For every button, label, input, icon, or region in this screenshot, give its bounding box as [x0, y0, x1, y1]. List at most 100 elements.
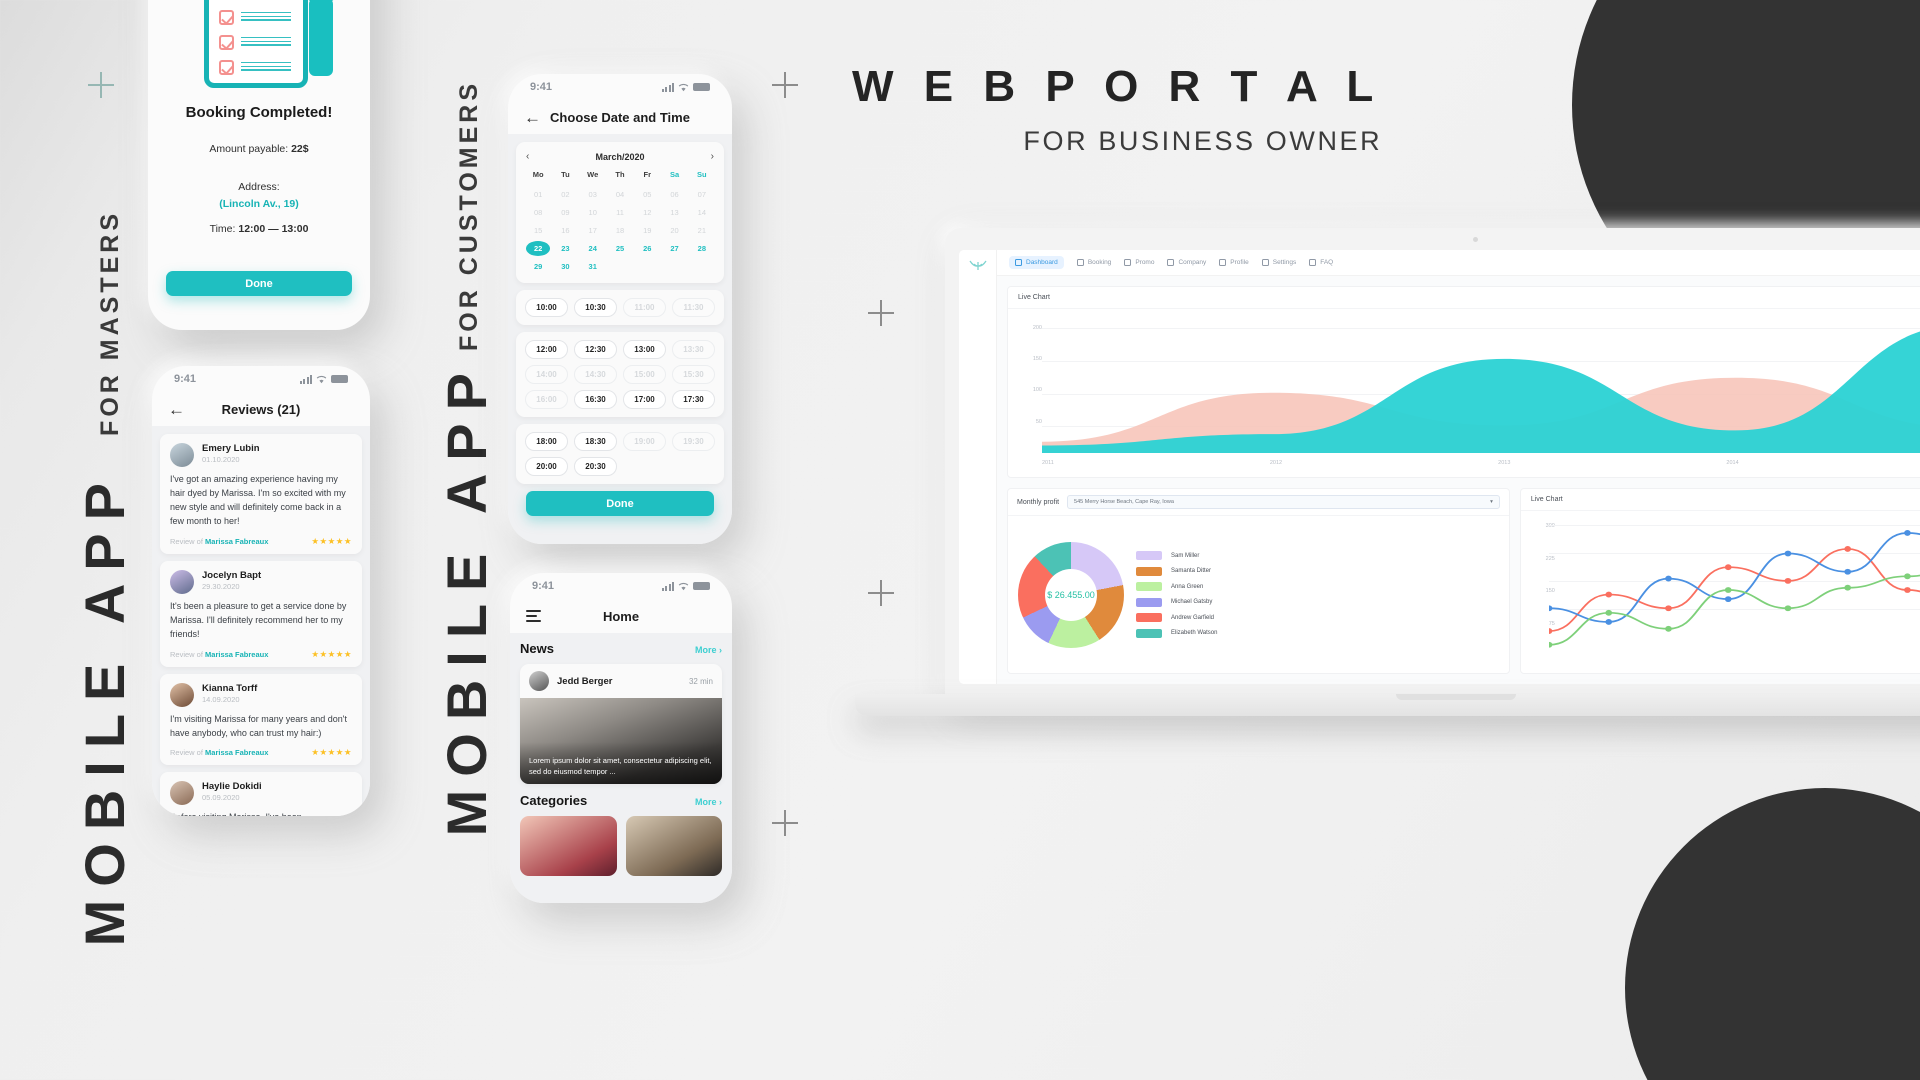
- line-series: [1548, 532, 1920, 623]
- hamburger-menu-icon[interactable]: [526, 610, 541, 622]
- logo-icon: [968, 260, 987, 270]
- calendar-day[interactable]: 27: [662, 241, 686, 256]
- calendar-day[interactable]: 25: [608, 241, 632, 256]
- time-slot-group[interactable]: 12:00 12:30 13:00 13:30 14:00 14:30 15:00 15:30…: [516, 332, 724, 417]
- portal-nav-profile[interactable]: Profile: [1219, 259, 1249, 266]
- review-card[interactable]: Jocelyn Bapt 29.30.2020 It's been a plea…: [160, 560, 362, 667]
- user-icon: [1219, 259, 1227, 266]
- calendar-day[interactable]: 31: [581, 259, 605, 274]
- review-card[interactable]: Kianna Torff 14.09.2020 I'm visiting Mar…: [160, 673, 362, 766]
- booking-amount-value: 22$: [291, 143, 309, 155]
- laptop-base: [855, 694, 1920, 716]
- line-series: [1548, 574, 1920, 646]
- calendar-weekday: Fr: [643, 170, 652, 179]
- time-slot[interactable]: 20:00: [525, 457, 568, 476]
- review-author: Haylie Dokidi: [202, 781, 262, 793]
- y-tick-label: 100: [1032, 387, 1042, 394]
- decorative-circle-bottom: [1625, 788, 1920, 1080]
- next-month-icon[interactable]: ›: [711, 151, 714, 162]
- back-arrow-icon[interactable]: ←: [168, 401, 185, 418]
- laptop-mockup: Dashboard Booking Promo Company Profile Setti…: [855, 228, 1920, 748]
- portal-nav-booking[interactable]: Booking: [1076, 259, 1111, 266]
- portal-nav-faq[interactable]: FAQ: [1309, 259, 1333, 266]
- calendar-day[interactable]: 28: [690, 241, 714, 256]
- live-chart-plot: 50100150200 20112012201320142015: [1008, 309, 1920, 469]
- category-card[interactable]: [520, 816, 617, 876]
- booking-done-button[interactable]: Done: [166, 271, 352, 296]
- calendar-day[interactable]: 22: [526, 241, 551, 256]
- portal-nav-settings[interactable]: Settings: [1261, 259, 1296, 266]
- portal-nav-promo[interactable]: Promo: [1124, 259, 1154, 266]
- booking-time-value: 12:00 — 13:00: [238, 223, 309, 235]
- calendar-day: 16: [561, 226, 570, 235]
- location-select[interactable]: 545 Merry Horse Beach, Cape Ray, Iowa ▾: [1067, 495, 1500, 509]
- review-card[interactable]: Haylie Dokidi 05.09.2020 Before visiting…: [160, 772, 362, 816]
- avatar: [170, 781, 194, 806]
- portal-nav-bar[interactable]: Dashboard Booking Promo Company Profile Setti…: [997, 250, 1920, 276]
- calendar-days-grid[interactable]: 01 02 03 04 05 06 07 08 09 10 11 12 13 14 15 16 17 18 19 20…: [526, 187, 714, 274]
- data-point: [1784, 577, 1792, 584]
- time-slot-group[interactable]: 18:00 18:30 19:00 19:30 20:00 20:30: [516, 424, 724, 484]
- time-slot[interactable]: 17:30: [672, 390, 715, 409]
- review-master-name[interactable]: Marissa Fabreaux: [205, 748, 268, 757]
- booking-time-row: Time: 12:00 — 13:00: [166, 223, 352, 235]
- category-card[interactable]: [625, 816, 722, 876]
- booking-address-value[interactable]: (Lincoln Av., 19): [166, 198, 352, 210]
- time-slot[interactable]: 16:30: [574, 390, 617, 409]
- calendar-done-button[interactable]: Done: [526, 491, 714, 516]
- categories-more-link[interactable]: More ›: [695, 797, 722, 807]
- back-arrow-icon[interactable]: ←: [524, 109, 541, 126]
- profit-body: $ 26.455.00 Sam Miller Samanta Ditter Anna…: [1008, 516, 1509, 673]
- review-card[interactable]: Emery Lubin 01.10.2020 I've got an amazi…: [160, 434, 362, 554]
- data-point: [1903, 530, 1911, 536]
- news-card[interactable]: Jedd Berger 32 min Lorem ipsum dolor sit…: [520, 664, 722, 784]
- news-more-link[interactable]: More ›: [695, 645, 722, 655]
- portal-nav-company[interactable]: Company: [1167, 259, 1206, 266]
- data-point: [1605, 619, 1612, 625]
- portal-nav-dashboard[interactable]: Dashboard: [1009, 256, 1064, 269]
- review-author: Jocelyn Bapt: [202, 569, 262, 581]
- second-live-chart-title: Live Chart: [1520, 489, 1920, 511]
- data-point: [1664, 605, 1672, 612]
- data-point: [1724, 564, 1732, 571]
- home-body[interactable]: News More › Jedd Berger 32 min Lorem ips…: [510, 633, 732, 903]
- calendar-day[interactable]: 24: [581, 241, 605, 256]
- time-slot: 19:00: [623, 432, 666, 451]
- booking-heading: Booking Completed!: [185, 104, 333, 121]
- time-slot: 11:30: [672, 298, 715, 317]
- calendar-day[interactable]: 23: [553, 241, 577, 256]
- reviews-list[interactable]: Emery Lubin 01.10.2020 I've got an amazi…: [152, 426, 370, 816]
- plus-mark-left: [88, 72, 114, 98]
- calendar-month-label: March/2020: [595, 151, 645, 162]
- review-master-name[interactable]: Marissa Fabreaux: [205, 650, 268, 659]
- calendar-day: 01: [533, 190, 543, 199]
- live-chart-card: Live Chart 50100150200 20112012201320142…: [1007, 286, 1920, 478]
- time-slot[interactable]: 12:00: [525, 340, 568, 359]
- status-time: 9:41: [532, 580, 555, 592]
- time-slot[interactable]: 20:30: [574, 457, 617, 476]
- data-point: [1724, 596, 1732, 603]
- x-tick-label: 2014: [1726, 460, 1739, 466]
- data-point: [1548, 628, 1553, 634]
- time-slot[interactable]: 10:00: [525, 298, 568, 317]
- data-point: [1844, 546, 1851, 552]
- prev-month-icon[interactable]: ‹: [526, 151, 529, 162]
- time-slot[interactable]: 10:30: [574, 298, 617, 317]
- calendar-day[interactable]: 29: [526, 259, 550, 274]
- phone-booking-completed: Booking Completed! Amount payable: 22$ A…: [148, 0, 370, 330]
- time-slot[interactable]: 18:30: [574, 432, 617, 451]
- review-of: Review of Marissa Fabreaux: [170, 537, 268, 546]
- time-slot[interactable]: 12:30: [574, 340, 617, 359]
- time-slot[interactable]: 17:00: [623, 390, 666, 409]
- time-slot[interactable]: 18:00: [525, 432, 568, 451]
- time-slot-group[interactable]: 10:00 10:30 11:00 11:30: [516, 290, 724, 325]
- calendar-page-title: Choose Date and Time: [550, 109, 690, 125]
- review-master-name[interactable]: Marissa Fabreaux: [205, 537, 268, 546]
- time-slot[interactable]: 13:00: [623, 340, 666, 359]
- nav-bar: ← Reviews (21): [152, 392, 370, 426]
- calendar-day: 09: [561, 208, 570, 217]
- calendar-day[interactable]: 30: [553, 259, 577, 274]
- calendar-day[interactable]: 26: [635, 241, 659, 256]
- time-slot: 19:30: [672, 432, 715, 451]
- webcam-icon: [1472, 237, 1478, 242]
